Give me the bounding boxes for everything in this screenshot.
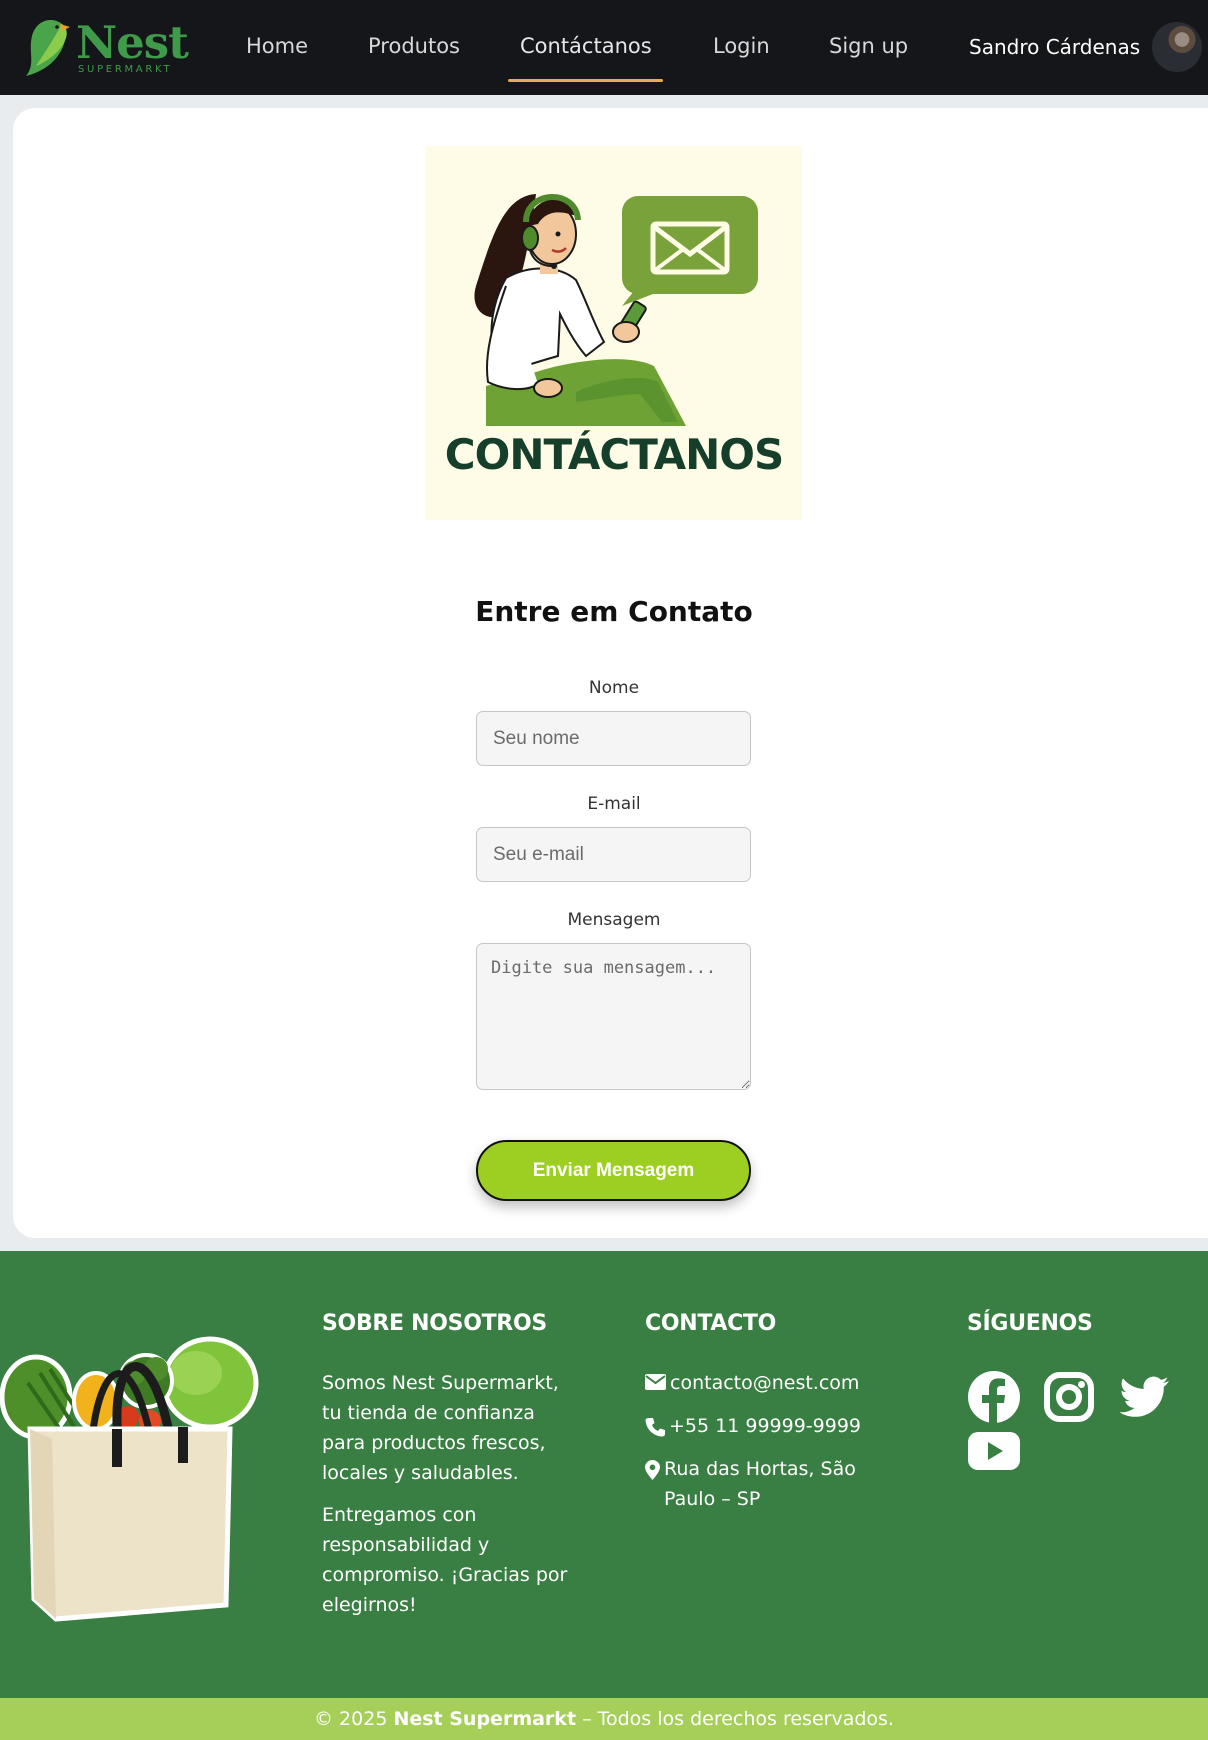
hero-title: CONTÁCTANOS xyxy=(444,430,784,479)
brand-subtitle: SUPERMARKT xyxy=(78,64,173,75)
name-label: Nome xyxy=(588,678,640,698)
navbar: Nest SUPERMARKT Home Produtos Contáctano… xyxy=(0,0,1208,95)
brand-logo[interactable]: Nest SUPERMARKT xyxy=(22,14,192,82)
site-footer: SOBRE NOSOTROS Somos Nest Supermarkt, tu… xyxy=(0,1251,1208,1698)
social-heading: SÍGUENOS xyxy=(967,1311,1093,1336)
copyright-prefix: © 2025 xyxy=(314,1708,394,1730)
youtube-icon[interactable] xyxy=(967,1424,1021,1478)
contact-address-text: Rua das Hortas, São Paulo – SP xyxy=(664,1458,856,1510)
contact-email[interactable]: contacto@nest.com xyxy=(645,1368,905,1398)
about-paragraph-1: Somos Nest Supermarkt, tu tienda de conf… xyxy=(322,1372,559,1484)
nav-home[interactable]: Home xyxy=(246,30,308,62)
user-avatar[interactable] xyxy=(1152,22,1202,72)
contact-phone[interactable]: +55 11 99999-9999 xyxy=(645,1411,905,1441)
contact-hero-banner: CONTÁCTANOS xyxy=(426,146,802,520)
nav-contactanos[interactable]: Contáctanos xyxy=(520,30,652,62)
nav-signup[interactable]: Sign up xyxy=(829,30,908,62)
message-textarea[interactable] xyxy=(476,943,751,1090)
brand-name: Nest xyxy=(76,16,189,69)
map-pin-icon xyxy=(645,1460,660,1480)
grocery-bag-icon xyxy=(0,1336,259,1622)
instagram-icon[interactable] xyxy=(1042,1370,1096,1424)
copyright-bar: © 2025 Nest Supermarkt – Todos los derec… xyxy=(0,1698,1208,1740)
name-input[interactable] xyxy=(476,711,751,766)
envelope-icon xyxy=(645,1374,666,1390)
active-nav-indicator xyxy=(508,79,663,82)
nav-produtos[interactable]: Produtos xyxy=(368,30,460,62)
send-message-button[interactable]: Enviar Mensagem xyxy=(476,1140,751,1201)
footer-contact: CONTACTO contacto@nest.com +55 11 99999-… xyxy=(645,1307,905,1514)
contact-address: Rua das Hortas, São Paulo – SP xyxy=(645,1454,905,1514)
contact-heading: CONTACTO xyxy=(645,1311,777,1336)
contact-email-text: contacto@nest.com xyxy=(670,1372,860,1394)
bird-logo-icon xyxy=(26,20,70,76)
copyright-suffix: – Todos los derechos reservados. xyxy=(576,1708,894,1730)
user-name[interactable]: Sandro Cárdenas xyxy=(969,32,1140,62)
phone-icon xyxy=(645,1418,665,1437)
message-label: Mensagem xyxy=(567,910,661,930)
facebook-icon[interactable] xyxy=(967,1370,1021,1424)
footer-about: SOBRE NOSOTROS Somos Nest Supermarkt, tu… xyxy=(322,1307,582,1620)
footer-social: SÍGUENOS xyxy=(967,1307,1197,1478)
nav-login[interactable]: Login xyxy=(713,30,770,62)
social-links xyxy=(967,1370,1177,1478)
twitter-icon[interactable] xyxy=(1117,1370,1171,1424)
support-agent-illustration-icon xyxy=(474,194,758,426)
copyright-brand: Nest Supermarkt xyxy=(393,1708,577,1730)
about-paragraph-2: Entregamos con responsabilidad y comprom… xyxy=(322,1504,568,1616)
contact-phone-text: +55 11 99999-9999 xyxy=(669,1415,862,1437)
email-input[interactable] xyxy=(476,827,751,882)
about-heading: SOBRE NOSOTROS xyxy=(322,1311,547,1336)
email-label: E-mail xyxy=(587,794,641,814)
form-title: Entre em Contato xyxy=(475,595,753,628)
